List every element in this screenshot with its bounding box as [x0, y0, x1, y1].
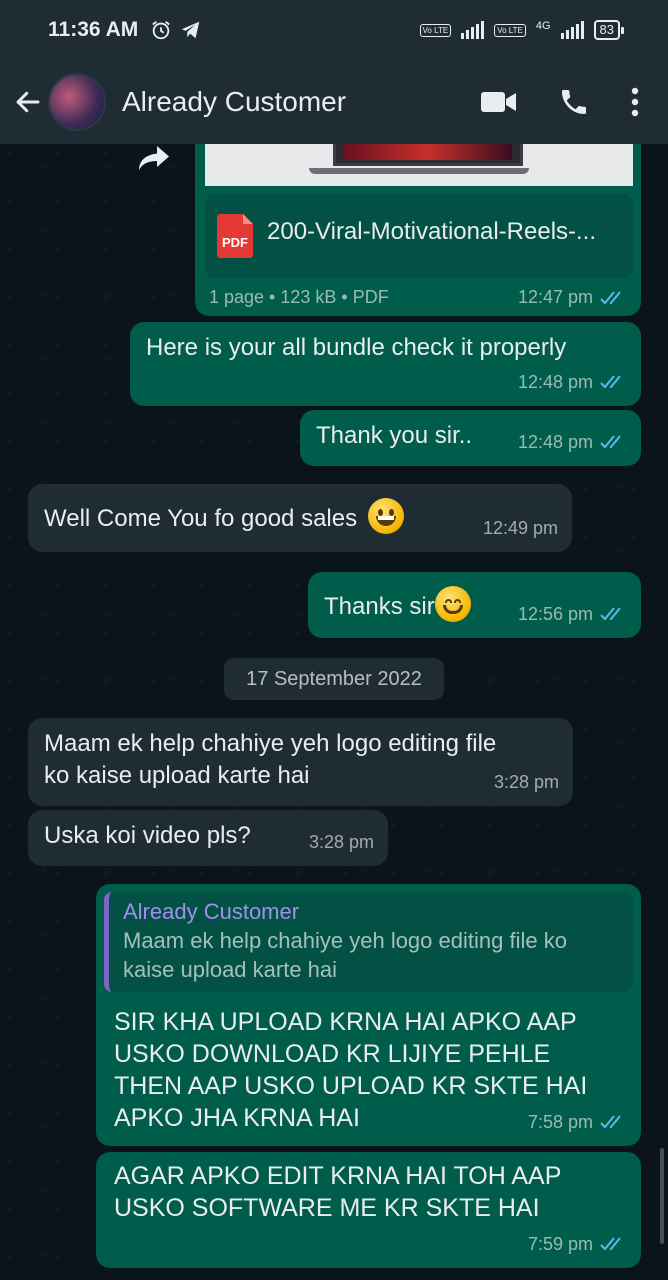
outgoing-message[interactable]: Here is your all bundle check it properl…	[130, 322, 641, 406]
outgoing-reply-message[interactable]: Already Customer Maam ek help chahiye ye…	[96, 884, 641, 1146]
message-time: 12:49 pm	[482, 518, 558, 538]
laptop-image	[333, 144, 523, 166]
message-text: Maam ek help chahiye yeh logo editing fi…	[44, 730, 497, 789]
message-time: 7:58 pm	[527, 1112, 593, 1132]
chat-header: Already Customer	[0, 60, 668, 144]
message-text: Well Come You fo good sales	[44, 505, 358, 532]
signal-icon-2	[560, 21, 584, 39]
status-bar: 11:36 AM Vo LTE Vo LTE 4G 83	[0, 0, 668, 60]
quoted-message[interactable]: Already Customer Maam ek help chahiye ye…	[104, 892, 633, 992]
forward-button[interactable]	[132, 140, 176, 176]
document-file-row[interactable]: PDF 200-Viral-Motivational-Reels-...	[205, 194, 633, 278]
document-info: 1 page • 123 kB • PDF	[209, 287, 389, 307]
network-type: 4G	[535, 20, 551, 32]
quoted-text: Maam ek help chahiye yeh logo editing fi…	[123, 928, 567, 982]
incoming-message[interactable]: Maam ek help chahiye yeh logo editing fi…	[28, 718, 573, 806]
volte-badge-1: Vo LTE	[419, 23, 452, 37]
smiling-emoji-icon	[434, 586, 471, 622]
status-time: 11:36 AM	[48, 18, 139, 41]
video-call-button[interactable]	[480, 88, 518, 116]
message-meta: 3:28 pm	[494, 766, 559, 798]
contact-name[interactable]: Already Customer	[122, 86, 346, 118]
incoming-message[interactable]: Uska koi video pls? 3:28 pm	[28, 810, 388, 866]
message-meta: 7:58 pm	[528, 1106, 627, 1138]
volte-badge-2: Vo LTE	[494, 23, 526, 37]
message-meta: 7:59 pm	[528, 1228, 627, 1260]
message-meta: 12:49 pm	[483, 512, 558, 544]
document-filename: 200-Viral-Motivational-Reels-...	[267, 218, 597, 245]
video-camera-icon	[481, 92, 516, 112]
grinning-emoji-icon	[367, 498, 404, 534]
message-time: 12:48 pm	[517, 372, 593, 392]
message-text: Thanks sir	[324, 593, 435, 620]
message-text: Here is your all bundle check it properl…	[146, 334, 567, 361]
back-button[interactable]	[8, 82, 48, 122]
document-thumbnail[interactable]	[205, 144, 633, 186]
message-text: SIR KHA UPLOAD KRNA HAI APKO AAP USKO DO…	[114, 1008, 588, 1132]
pdf-file-icon: PDF	[217, 214, 253, 258]
battery-indicator: 83	[593, 20, 625, 40]
telegram-icon	[182, 21, 200, 39]
message-meta: 12:56 pm	[518, 598, 627, 630]
alarm-icon	[152, 21, 171, 40]
message-meta: 12:48 pm	[518, 426, 627, 458]
date-divider: 17 September 2022	[224, 658, 444, 700]
avatar[interactable]	[48, 73, 106, 131]
message-time: 7:59 pm	[527, 1234, 593, 1254]
outgoing-message[interactable]: Thanks sir 12:56 pm	[308, 572, 641, 638]
read-ticks-icon	[600, 1115, 621, 1129]
phone-icon	[562, 90, 586, 114]
read-ticks-icon	[600, 290, 621, 304]
kebab-menu-icon	[631, 87, 639, 117]
scrollbar[interactable]	[660, 1148, 664, 1244]
message-time: 12:47 pm	[517, 287, 593, 307]
outgoing-message[interactable]: AGAR APKO EDIT KRNA HAI TOH AAP USKO SOF…	[96, 1152, 641, 1268]
voice-call-button[interactable]	[558, 86, 590, 118]
read-ticks-icon	[600, 607, 621, 621]
message-meta: 3:28 pm	[309, 826, 374, 858]
outgoing-message[interactable]: Thank you sir.. 12:48 pm	[300, 410, 641, 466]
message-time: 12:48 pm	[517, 432, 593, 452]
message-time: 3:28 pm	[493, 772, 559, 792]
message-time: 3:28 pm	[308, 832, 374, 852]
read-ticks-icon	[600, 375, 621, 389]
incoming-message[interactable]: Well Come You fo good sales 12:49 pm	[28, 484, 572, 552]
message-meta: 12:47 pm	[518, 287, 627, 308]
message-text: AGAR APKO EDIT KRNA HAI TOH AAP USKO SOF…	[114, 1162, 562, 1222]
signal-icon	[461, 21, 485, 39]
forward-icon	[139, 146, 169, 170]
message-time: 12:56 pm	[517, 604, 593, 624]
back-arrow-icon	[16, 91, 40, 113]
read-ticks-icon	[600, 435, 621, 449]
quoted-sender: Already Customer	[123, 899, 300, 924]
document-message[interactable]: PDF 200-Viral-Motivational-Reels-... 1 p…	[195, 144, 641, 316]
more-options-button[interactable]	[630, 87, 640, 117]
read-ticks-icon	[600, 1237, 621, 1251]
message-meta: 12:48 pm	[518, 366, 627, 398]
